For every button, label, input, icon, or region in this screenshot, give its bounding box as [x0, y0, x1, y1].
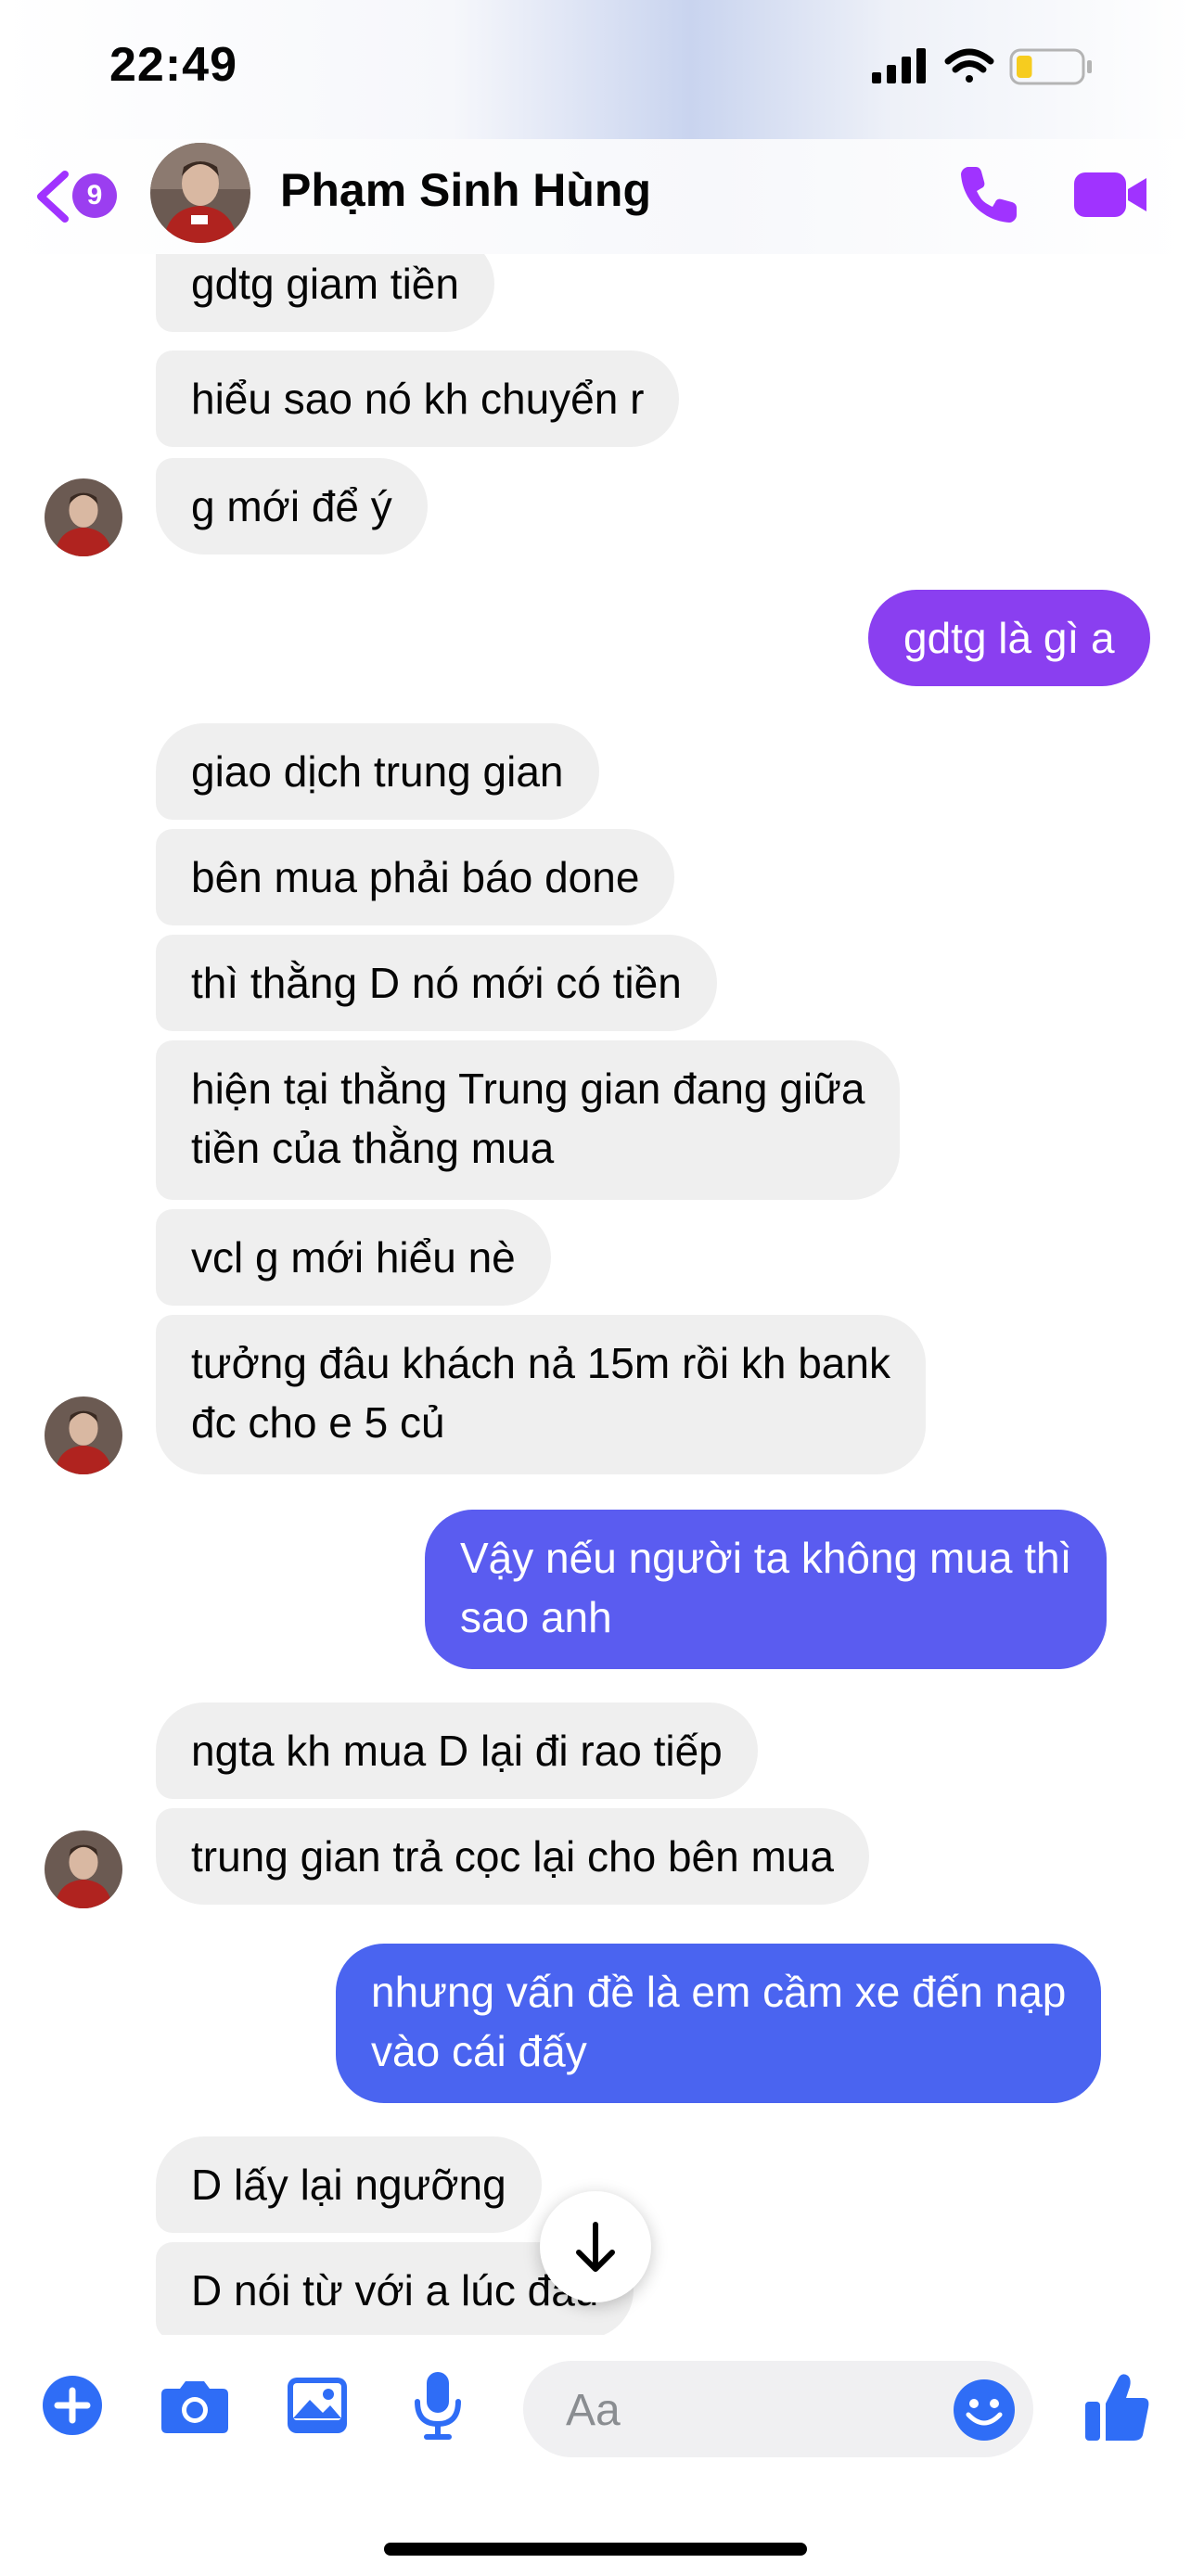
- unread-badge: 9: [72, 173, 117, 218]
- message-bubble-incoming[interactable]: g mới để ý: [156, 458, 428, 555]
- video-camera-icon[interactable]: [1072, 165, 1148, 224]
- plus-circle-icon[interactable]: [41, 2374, 104, 2437]
- status-icons: [872, 48, 1092, 85]
- message-bubble-outgoing[interactable]: nhưng vấn đề là em cầm xe đến nạp vào cá…: [336, 1944, 1102, 2103]
- chevron-left-icon: [37, 171, 69, 223]
- message-bubble-incoming[interactable]: vcl g mới hiểu nè: [156, 1209, 551, 1306]
- contact-name[interactable]: Phạm Sinh Hùng: [280, 163, 651, 217]
- message-bubble-incoming[interactable]: thì thằng D nó mới có tiền: [156, 935, 717, 1031]
- status-bar: 22:49: [0, 0, 1191, 139]
- message-bubble-incoming[interactable]: bên mua phải báo done: [156, 829, 675, 925]
- message-bubble-incoming[interactable]: hiểu sao nó kh chuyển r: [156, 351, 680, 447]
- phone-icon[interactable]: [955, 161, 1022, 228]
- emoji-icon[interactable]: [952, 2378, 1017, 2442]
- chat-header: 9 Phạm Sinh Hùng: [0, 139, 1191, 254]
- home-indicator: [384, 2543, 807, 2556]
- battery-icon: [1009, 48, 1092, 85]
- message-bubble-outgoing[interactable]: Vậy nếu người ta không mua thì sao anh: [425, 1510, 1108, 1669]
- microphone-icon[interactable]: [412, 2370, 464, 2441]
- contact-avatar[interactable]: [150, 143, 250, 243]
- sender-avatar[interactable]: [45, 1396, 122, 1474]
- message-bubble-incoming[interactable]: hiện tại thằng Trung gian đang giữa tiền…: [156, 1040, 901, 1200]
- message-bubble-incoming[interactable]: ngta kh mua D lại đi rao tiếp: [156, 1702, 758, 1799]
- arrow-down-icon: [576, 2222, 615, 2272]
- camera-icon[interactable]: [160, 2378, 230, 2435]
- status-time: 22:49: [109, 38, 237, 92]
- message-bubble-incoming[interactable]: gdtg giam tiền: [156, 254, 494, 332]
- message-bubble-outgoing[interactable]: gdtg là gì a: [868, 590, 1150, 686]
- message-input-placeholder: Aa: [566, 2386, 621, 2435]
- image-icon[interactable]: [286, 2376, 349, 2435]
- sender-avatar[interactable]: [45, 478, 122, 556]
- signal-icon: [872, 48, 926, 83]
- wifi-icon: [944, 48, 994, 83]
- sender-avatar[interactable]: [45, 1830, 122, 1908]
- message-bubble-incoming[interactable]: giao dịch trung gian: [156, 723, 599, 820]
- message-bubble-incoming[interactable]: D lấy lại ngưỡng: [156, 2136, 542, 2233]
- scroll-to-bottom-button[interactable]: [540, 2191, 651, 2302]
- message-bubble-incoming[interactable]: tưởng đâu khách nả 15m rồi kh bank đc ch…: [156, 1315, 926, 1474]
- back-button[interactable]: 9: [33, 158, 126, 232]
- thumbs-up-icon[interactable]: [1083, 2370, 1152, 2444]
- message-bubble-incoming[interactable]: trung gian trả cọc lại cho bên mua: [156, 1808, 869, 1905]
- message-list[interactable]: gdtg giam tiền hiểu sao nó kh chuyển r g…: [0, 254, 1191, 2335]
